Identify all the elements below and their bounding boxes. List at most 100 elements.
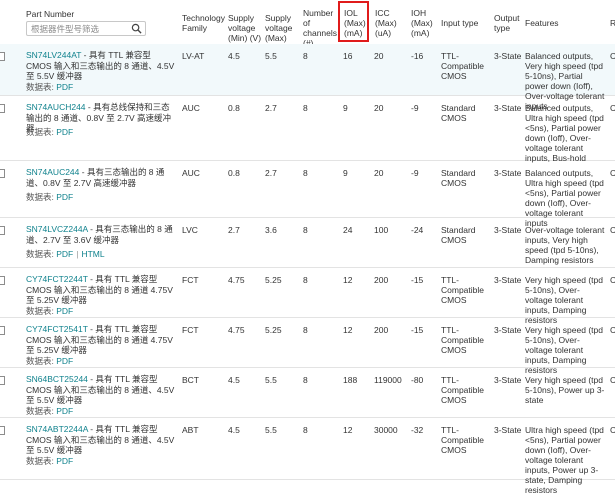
col-header-features[interactable]: Features bbox=[525, 18, 559, 28]
supply-max-cell: 2.7 bbox=[265, 168, 277, 178]
datasheet-link[interactable]: HTML bbox=[81, 249, 104, 259]
datasheet-label: 数据表: bbox=[26, 406, 54, 416]
table-row: SN74AUCH244 - 具有总线保持和三态输出的 8 通道、0.8V 至 2… bbox=[0, 96, 615, 163]
table-row: SN74AUC244 - 具有三态输出的 8 通道、0.8V 至 2.7V 高速… bbox=[0, 161, 615, 228]
iol-cell: 188 bbox=[343, 375, 358, 385]
datasheet-link[interactable]: PDF bbox=[56, 456, 73, 466]
row-checkbox[interactable] bbox=[0, 426, 5, 435]
input-type-cell: TTL-Compatible CMOS bbox=[441, 425, 484, 455]
technology-family-cell: AUC bbox=[182, 103, 200, 113]
channels-cell: 8 bbox=[303, 103, 308, 113]
col-header-technology-family[interactable]: Technology Family bbox=[182, 13, 225, 33]
datasheet-links: 数据表: PDF bbox=[26, 406, 73, 416]
row-checkbox[interactable] bbox=[0, 52, 5, 61]
datasheet-label: 数据表: bbox=[26, 356, 54, 366]
col-header-output-type[interactable]: Output type bbox=[494, 13, 522, 33]
datasheet-label: 数据表: bbox=[26, 192, 54, 202]
channels-cell: 8 bbox=[303, 325, 308, 335]
datasheet-label: 数据表: bbox=[26, 456, 54, 466]
output-type-cell: 3-State bbox=[494, 225, 522, 235]
table-header: Part Number Technology Family Supply vol… bbox=[0, 0, 615, 53]
ioh-cell: -24 bbox=[411, 225, 424, 235]
part-number-link[interactable]: SN74LV244AT bbox=[26, 50, 81, 60]
row-checkbox[interactable] bbox=[0, 376, 5, 385]
technology-family-cell: ABT bbox=[182, 425, 199, 435]
datasheet-links: 数据表: PDF bbox=[26, 356, 73, 366]
next-column-cell: C bbox=[610, 103, 615, 113]
search-icon[interactable] bbox=[131, 23, 142, 34]
col-header-input-type[interactable]: Input type bbox=[441, 18, 478, 28]
features-cell: Ultra high speed (tpd <5ns), Partial pow… bbox=[525, 425, 604, 495]
technology-family-cell: FCT bbox=[182, 275, 199, 285]
iol-cell: 16 bbox=[343, 51, 353, 61]
part-cell: CY74FCT2541T - 具有 TTL 兼容型 CMOS 输入和三态输出的 … bbox=[26, 324, 176, 356]
supply-max-cell: 5.25 bbox=[265, 325, 282, 335]
input-type-cell: TTL-Compatible CMOS bbox=[441, 325, 484, 355]
channels-cell: 8 bbox=[303, 425, 308, 435]
supply-max-cell: 5.5 bbox=[265, 425, 277, 435]
datasheet-links: 数据表: PDF bbox=[26, 127, 73, 137]
table-row: SN74LVCZ244A - 具有三态输出的 8 通道、2.7V 至 3.6V … bbox=[0, 218, 615, 268]
col-header-part-number[interactable]: Part Number bbox=[26, 9, 74, 19]
col-header-supply-min[interactable]: Supply voltage (Min) (V) bbox=[228, 13, 262, 43]
ioh-cell: -15 bbox=[411, 275, 424, 285]
output-type-cell: 3-State bbox=[494, 325, 522, 335]
row-checkbox[interactable] bbox=[0, 169, 5, 178]
ioh-cell: -15 bbox=[411, 325, 424, 335]
datasheet-link[interactable]: PDF bbox=[56, 356, 73, 366]
part-number-link[interactable]: SN64BCT25244 bbox=[26, 374, 88, 384]
part-number-link[interactable]: SN74LVCZ244A bbox=[26, 224, 88, 234]
part-number-link[interactable]: SN74ABT2244A bbox=[26, 424, 88, 434]
col-header-next[interactable]: R bbox=[610, 18, 615, 28]
row-checkbox[interactable] bbox=[0, 326, 5, 335]
table-row: SN64BCT25244 - 具有 TTL 兼容型 CMOS 输入和三态输出的 … bbox=[0, 368, 615, 418]
input-type-cell: Standard CMOS bbox=[441, 168, 476, 188]
datasheet-link[interactable]: PDF bbox=[56, 192, 73, 202]
datasheet-link[interactable]: PDF bbox=[56, 82, 73, 92]
row-checkbox[interactable] bbox=[0, 276, 5, 285]
datasheet-link[interactable]: PDF bbox=[56, 406, 73, 416]
supply-min-cell: 2.7 bbox=[228, 225, 240, 235]
output-type-cell: 3-State bbox=[494, 375, 522, 385]
part-number-filter[interactable] bbox=[26, 21, 146, 36]
channels-cell: 8 bbox=[303, 51, 308, 61]
input-type-cell: TTL-Compatible CMOS bbox=[441, 275, 484, 305]
datasheet-links: 数据表: PDF bbox=[26, 192, 73, 202]
iol-cell: 9 bbox=[343, 103, 348, 113]
part-number-link[interactable]: CY74FCT2541T bbox=[26, 324, 88, 334]
technology-family-cell: LV-AT bbox=[182, 51, 205, 61]
icc-cell: 200 bbox=[374, 325, 389, 335]
table-row: CY74FCT2541T - 具有 TTL 兼容型 CMOS 输入和三态输出的 … bbox=[0, 318, 615, 375]
input-type-cell: TTL-Compatible CMOS bbox=[441, 51, 484, 81]
part-cell: SN74AUC244 - 具有三态输出的 8 通道、0.8V 至 2.7V 高速… bbox=[26, 167, 176, 188]
technology-family-cell: BCT bbox=[182, 375, 199, 385]
part-number-link[interactable]: SN74AUC244 bbox=[26, 167, 79, 177]
datasheet-link[interactable]: PDF bbox=[56, 127, 73, 137]
part-cell: CY74FCT2244T - 具有 TTL 兼容型 CMOS 输入和三态输出的 … bbox=[26, 274, 176, 306]
part-number-filter-input[interactable] bbox=[27, 22, 135, 35]
output-type-cell: 3-State bbox=[494, 425, 522, 435]
part-number-link[interactable]: CY74FCT2244T bbox=[26, 274, 88, 284]
supply-min-cell: 4.75 bbox=[228, 325, 245, 335]
supply-min-cell: 0.8 bbox=[228, 103, 240, 113]
col-header-ioh[interactable]: IOH (Max) (mA) bbox=[411, 8, 435, 38]
datasheet-link[interactable]: PDF bbox=[56, 306, 73, 316]
iol-cell: 24 bbox=[343, 225, 353, 235]
next-column-cell: C bbox=[610, 51, 615, 61]
supply-min-cell: 4.5 bbox=[228, 425, 240, 435]
datasheet-link[interactable]: PDF bbox=[56, 249, 73, 259]
row-checkbox[interactable] bbox=[0, 226, 5, 235]
table-row: CY74FCT2244T - 具有 TTL 兼容型 CMOS 输入和三态输出的 … bbox=[0, 268, 615, 325]
next-column-cell: C bbox=[610, 325, 615, 335]
features-cell: Over-voltage tolerant inputs, Very high … bbox=[525, 225, 605, 265]
ioh-cell: -9 bbox=[411, 103, 419, 113]
channels-cell: 8 bbox=[303, 168, 308, 178]
row-checkbox[interactable] bbox=[0, 104, 5, 113]
col-header-icc[interactable]: ICC (Max) (uA) bbox=[375, 8, 399, 38]
supply-min-cell: 4.75 bbox=[228, 275, 245, 285]
next-column-cell: C bbox=[610, 375, 615, 385]
part-number-link[interactable]: SN74AUCH244 bbox=[26, 102, 86, 112]
icc-cell: 20 bbox=[374, 103, 384, 113]
col-header-channels[interactable]: Number of channels (#) bbox=[303, 8, 339, 48]
icc-cell: 20 bbox=[374, 168, 384, 178]
